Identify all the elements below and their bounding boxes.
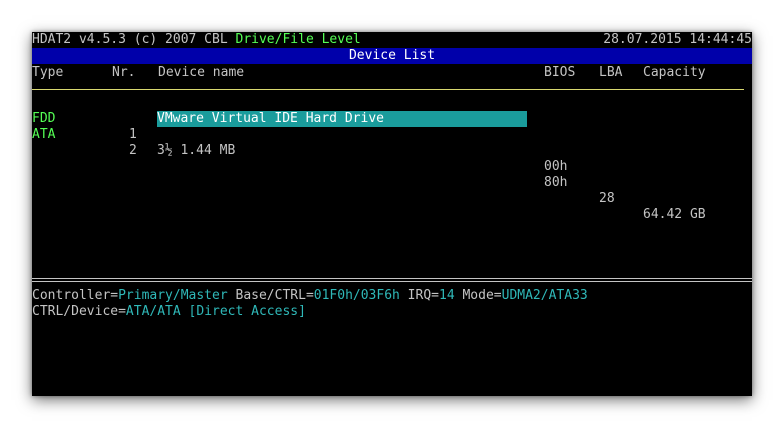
- device-nr: 1: [129, 127, 137, 142]
- device-nr: 2: [129, 143, 137, 158]
- device-name: 3½ 1.44 MB: [157, 143, 236, 158]
- device-list-header: Device List: [32, 48, 752, 64]
- controller-value: Primary/Master: [118, 288, 228, 303]
- ctrl-device-label: CTRL/Device=: [32, 304, 126, 319]
- device-bios: 80h: [544, 175, 568, 190]
- ctrl-device-value: ATA/ATA [Direct Access]: [125, 304, 306, 319]
- ctrl-device-details: CTRL/Device=ATA/ATA [Direct Access]: [32, 304, 306, 320]
- col-header-lba: LBA: [599, 65, 623, 80]
- mode-detail-label: Mode=: [454, 288, 502, 303]
- app-title: HDAT2 v4.5.3 (c) 2007 CBL: [32, 32, 228, 47]
- irq-value: 14: [439, 288, 455, 303]
- device-type: ATA: [32, 127, 56, 142]
- base-value: 01F0h/03F6h: [313, 288, 400, 303]
- title-bar: HDAT2 v4.5.3 (c) 2007 CBL Drive/File Lev…: [32, 32, 752, 48]
- details-divider-top: [32, 278, 752, 279]
- irq-label: IRQ=: [399, 288, 439, 303]
- col-header-capacity: Capacity: [643, 65, 706, 80]
- mode-detail-value: UDMA2/ATA33: [501, 288, 588, 303]
- col-header-type: Type: [32, 65, 64, 80]
- col-header-device-name: Device name: [158, 65, 245, 80]
- controller-label: Controller=: [32, 288, 119, 303]
- device-capacity: 64.42 GB: [643, 207, 706, 222]
- details-divider-bottom: [32, 281, 752, 282]
- title-left: HDAT2 v4.5.3 (c) 2007 CBL Drive/File Lev…: [32, 32, 361, 48]
- base-label: Base/CTRL=: [227, 288, 314, 303]
- hdat2-console-screen: HDAT2 v4.5.3 (c) 2007 CBL Drive/File Lev…: [32, 32, 752, 396]
- device-bios: 00h: [544, 159, 568, 174]
- col-header-nr: Nr.: [112, 65, 136, 80]
- device-row-ata[interactable]: ATA 2 VMware Virtual IDE Hard Drive 80h …: [32, 111, 752, 222]
- col-header-bios: BIOS: [544, 65, 576, 80]
- header-divider: [32, 89, 744, 90]
- mode-label: Drive/File Level: [235, 32, 361, 47]
- selected-device-name[interactable]: VMware Virtual IDE Hard Drive: [157, 111, 527, 127]
- datetime: 28.07.2015 14:44:45: [603, 32, 752, 47]
- controller-details: Controller=Primary/Master Base/CTRL=01F0…: [32, 288, 588, 304]
- device-lba: 28: [599, 191, 615, 206]
- device-row-fdd[interactable]: FDD 1 3½ 1.44 MB 00h: [32, 95, 752, 174]
